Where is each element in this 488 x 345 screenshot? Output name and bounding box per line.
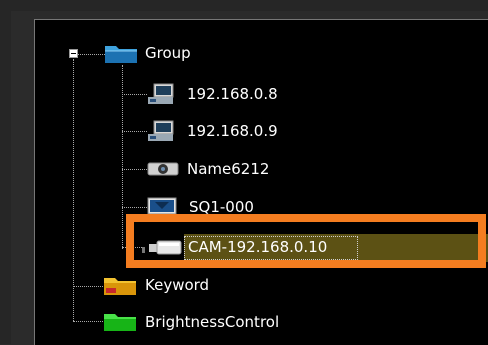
camera-monitor-icon [148,120,174,141]
folder-icon [104,278,136,295]
tree-branch [73,321,103,322]
tree-branch [78,54,105,55]
folder-icon [105,46,137,63]
tree-node-label: 192.168.0.8 [187,85,278,103]
window-frame-left [0,0,11,344]
window-frame-top [0,0,488,11]
tree-branch [73,286,103,287]
camera-monitor-icon [148,83,174,104]
tree-node-label: Keyword [145,276,210,294]
collapse-toggle[interactable] [69,49,78,58]
tree-node-label: Group [145,44,191,62]
tree-line-group [122,65,123,249]
tree-branch [122,94,147,95]
tree-line-root [73,59,74,321]
tree-node-label: Name6212 [187,160,270,178]
tree-branch [122,131,147,132]
tree-branch [122,207,147,208]
device-tree-panel[interactable]: Group 192.168.0.8 192.168.0.9 Name6212 S… [34,19,488,345]
tree-branch [122,169,147,170]
tree-node-label: 192.168.0.9 [187,122,278,140]
annotation-highlight-box [126,214,486,268]
tree-node-label: BrightnessControl [145,313,280,331]
dome-camera-icon [147,162,179,176]
folder-icon [104,314,136,331]
